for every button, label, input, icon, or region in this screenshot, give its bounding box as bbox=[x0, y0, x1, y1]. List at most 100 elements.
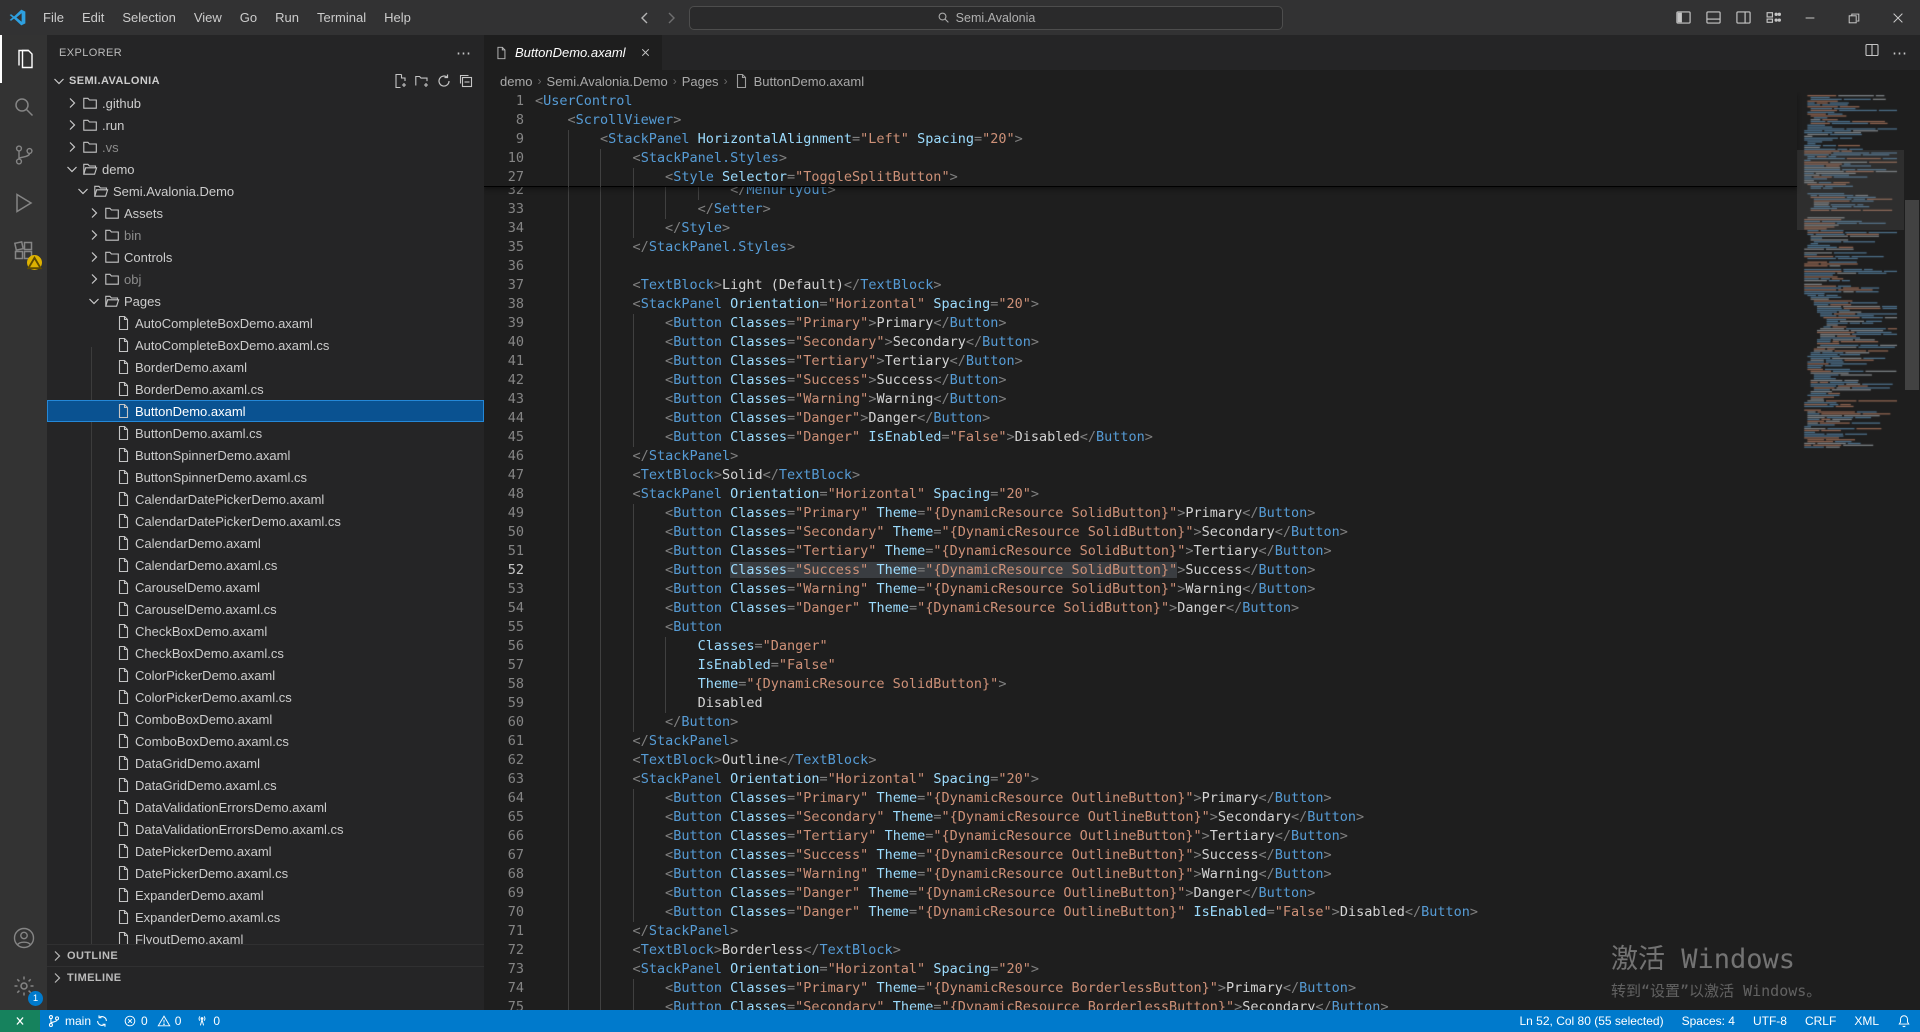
tab-buttondemo[interactable]: ButtonDemo.axaml bbox=[484, 35, 662, 70]
menu-run[interactable]: Run bbox=[266, 0, 308, 35]
scrollbar-thumb[interactable] bbox=[1905, 200, 1919, 390]
sticky-line[interactable]: 10 <StackPanel.Styles> bbox=[484, 149, 1797, 168]
tree-item[interactable]: BorderDemo.axaml bbox=[47, 356, 484, 378]
tree-item-root[interactable]: SEMI.AVALONIA bbox=[47, 70, 484, 92]
tree-item[interactable]: ButtonDemo.axaml.cs bbox=[47, 422, 484, 444]
tree-item[interactable]: ButtonSpinnerDemo.axaml.cs bbox=[47, 466, 484, 488]
toggle-panel-icon[interactable] bbox=[1698, 0, 1728, 35]
activitybar-files[interactable] bbox=[0, 35, 47, 83]
tree-item[interactable]: bin bbox=[47, 224, 484, 246]
tree-item[interactable]: DataGridDemo.axaml.cs bbox=[47, 774, 484, 796]
indent-guide bbox=[600, 694, 601, 713]
tree-item[interactable]: AutoCompleteBoxDemo.axaml.cs bbox=[47, 334, 484, 356]
sticky-line[interactable]: 27 <Style Selector="ToggleSplitButton"> bbox=[484, 168, 1797, 187]
activitybar-run-debug[interactable] bbox=[0, 179, 47, 227]
tree-item[interactable]: .github bbox=[47, 92, 484, 114]
tree-item[interactable]: CheckBoxDemo.axaml bbox=[47, 620, 484, 642]
tree-item[interactable]: Semi.Avalonia.Demo bbox=[47, 180, 484, 202]
command-center-search[interactable]: Semi.Avalonia bbox=[689, 6, 1283, 30]
tree-item[interactable]: CalendarDatePickerDemo.axaml bbox=[47, 488, 484, 510]
tree-item[interactable]: ComboBoxDemo.axaml.cs bbox=[47, 730, 484, 752]
branch-indicator[interactable]: main bbox=[40, 1010, 116, 1032]
menu-go[interactable]: Go bbox=[231, 0, 266, 35]
split-editor-icon[interactable] bbox=[1864, 42, 1880, 63]
restore-button[interactable] bbox=[1832, 0, 1876, 35]
breadcrumb-item[interactable]: Semi.Avalonia.Demo bbox=[547, 74, 668, 89]
language-mode[interactable]: XML bbox=[1845, 1010, 1888, 1032]
activitybar-extensions[interactable] bbox=[0, 227, 47, 275]
menu-selection[interactable]: Selection bbox=[113, 0, 184, 35]
tree-item[interactable]: demo bbox=[47, 158, 484, 180]
tree-item[interactable]: ExpanderDemo.axaml bbox=[47, 884, 484, 906]
tree-item[interactable]: CalendarDemo.axaml bbox=[47, 532, 484, 554]
code-editor[interactable]: 32 </MenuFlyout>33 </Setter>34 </Style>3… bbox=[484, 92, 1920, 1010]
editor-more-actions-icon[interactable]: ⋯ bbox=[1892, 44, 1908, 62]
explorer-more-actions-icon[interactable]: ⋯ bbox=[456, 44, 472, 62]
tree-item[interactable]: BorderDemo.axaml.cs bbox=[47, 378, 484, 400]
toggle-sidebar-icon[interactable] bbox=[1668, 0, 1698, 35]
tree-item[interactable]: DatePickerDemo.axaml.cs bbox=[47, 862, 484, 884]
sticky-line[interactable]: 1<UserControl bbox=[484, 92, 1797, 111]
tree-item[interactable]: ButtonDemo.axaml bbox=[47, 400, 484, 422]
tree-item[interactable]: AutoCompleteBoxDemo.axaml bbox=[47, 312, 484, 334]
tree-item[interactable]: CalendarDemo.axaml.cs bbox=[47, 554, 484, 576]
encoding[interactable]: UTF-8 bbox=[1744, 1010, 1796, 1032]
indentation[interactable]: Spaces: 4 bbox=[1673, 1010, 1744, 1032]
tree-item[interactable]: ButtonSpinnerDemo.axaml bbox=[47, 444, 484, 466]
tree-item[interactable]: CarouselDemo.axaml.cs bbox=[47, 598, 484, 620]
minimize-button[interactable] bbox=[1788, 0, 1832, 35]
menu-file[interactable]: File bbox=[34, 0, 73, 35]
tree-item[interactable]: CarouselDemo.axaml bbox=[47, 576, 484, 598]
breadcrumb-item[interactable]: Pages bbox=[682, 74, 719, 89]
tree-item[interactable]: ComboBoxDemo.axaml bbox=[47, 708, 484, 730]
breadcrumb-item[interactable]: demo bbox=[500, 74, 533, 89]
menu-terminal[interactable]: Terminal bbox=[308, 0, 375, 35]
ports-indicator[interactable]: 0 bbox=[188, 1010, 227, 1032]
activitybar-settings[interactable]: 1 bbox=[0, 962, 47, 1010]
tree-item[interactable]: FlyoutDemo.axaml bbox=[47, 928, 484, 944]
sidebar-section-timeline[interactable]: TIMELINE bbox=[47, 966, 484, 988]
tree-item[interactable]: Assets bbox=[47, 202, 484, 224]
menu-help[interactable]: Help bbox=[375, 0, 420, 35]
refresh-icon[interactable] bbox=[436, 73, 452, 89]
activitybar-source-control[interactable] bbox=[0, 131, 47, 179]
new-file-icon[interactable] bbox=[392, 73, 408, 89]
tree-item[interactable]: Pages bbox=[47, 290, 484, 312]
tree-item[interactable]: DatePickerDemo.axaml bbox=[47, 840, 484, 862]
menu-view[interactable]: View bbox=[185, 0, 231, 35]
toggle-secondary-sidebar-icon[interactable] bbox=[1728, 0, 1758, 35]
tree-item[interactable]: DataValidationErrorsDemo.axaml.cs bbox=[47, 818, 484, 840]
tree-item[interactable]: CheckBoxDemo.axaml.cs bbox=[47, 642, 484, 664]
remote-indicator[interactable] bbox=[0, 1010, 40, 1032]
new-folder-icon[interactable] bbox=[414, 73, 430, 89]
eol[interactable]: CRLF bbox=[1796, 1010, 1845, 1032]
collapse-all-icon[interactable] bbox=[458, 73, 474, 89]
tree-item[interactable]: .vs bbox=[47, 136, 484, 158]
vertical-scrollbar[interactable] bbox=[1904, 92, 1920, 1010]
sidebar-section-outline[interactable]: OUTLINE bbox=[47, 944, 484, 966]
minimap-viewport[interactable] bbox=[1797, 150, 1904, 230]
activitybar-search[interactable] bbox=[0, 83, 47, 131]
sticky-line[interactable]: 8 <ScrollViewer> bbox=[484, 111, 1797, 130]
forward-arrow-icon[interactable] bbox=[663, 10, 679, 26]
customize-layout-icon[interactable] bbox=[1758, 0, 1788, 35]
back-arrow-icon[interactable] bbox=[637, 10, 653, 26]
tree-item[interactable]: ExpanderDemo.axaml.cs bbox=[47, 906, 484, 928]
tree-item[interactable]: CalendarDatePickerDemo.axaml.cs bbox=[47, 510, 484, 532]
close-button[interactable] bbox=[1876, 0, 1920, 35]
sticky-line[interactable]: 9 <StackPanel HorizontalAlignment="Left"… bbox=[484, 130, 1797, 149]
problems-indicator[interactable]: 0 0 bbox=[116, 1010, 188, 1032]
tree-item[interactable]: Controls bbox=[47, 246, 484, 268]
tree-item[interactable]: ColorPickerDemo.axaml.cs bbox=[47, 686, 484, 708]
menu-edit[interactable]: Edit bbox=[73, 0, 113, 35]
breadcrumb-item[interactable]: ButtonDemo.axaml bbox=[754, 74, 865, 89]
tree-item[interactable]: ColorPickerDemo.axaml bbox=[47, 664, 484, 686]
activitybar-account[interactable] bbox=[0, 914, 47, 962]
notifications-bell[interactable] bbox=[1888, 1010, 1920, 1032]
tab-close-icon[interactable] bbox=[639, 46, 652, 59]
tree-item[interactable]: DataGridDemo.axaml bbox=[47, 752, 484, 774]
tree-item[interactable]: obj bbox=[47, 268, 484, 290]
tree-item[interactable]: .run bbox=[47, 114, 484, 136]
tree-item[interactable]: DataValidationErrorsDemo.axaml bbox=[47, 796, 484, 818]
cursor-position[interactable]: Ln 52, Col 80 (55 selected) bbox=[1511, 1010, 1673, 1032]
